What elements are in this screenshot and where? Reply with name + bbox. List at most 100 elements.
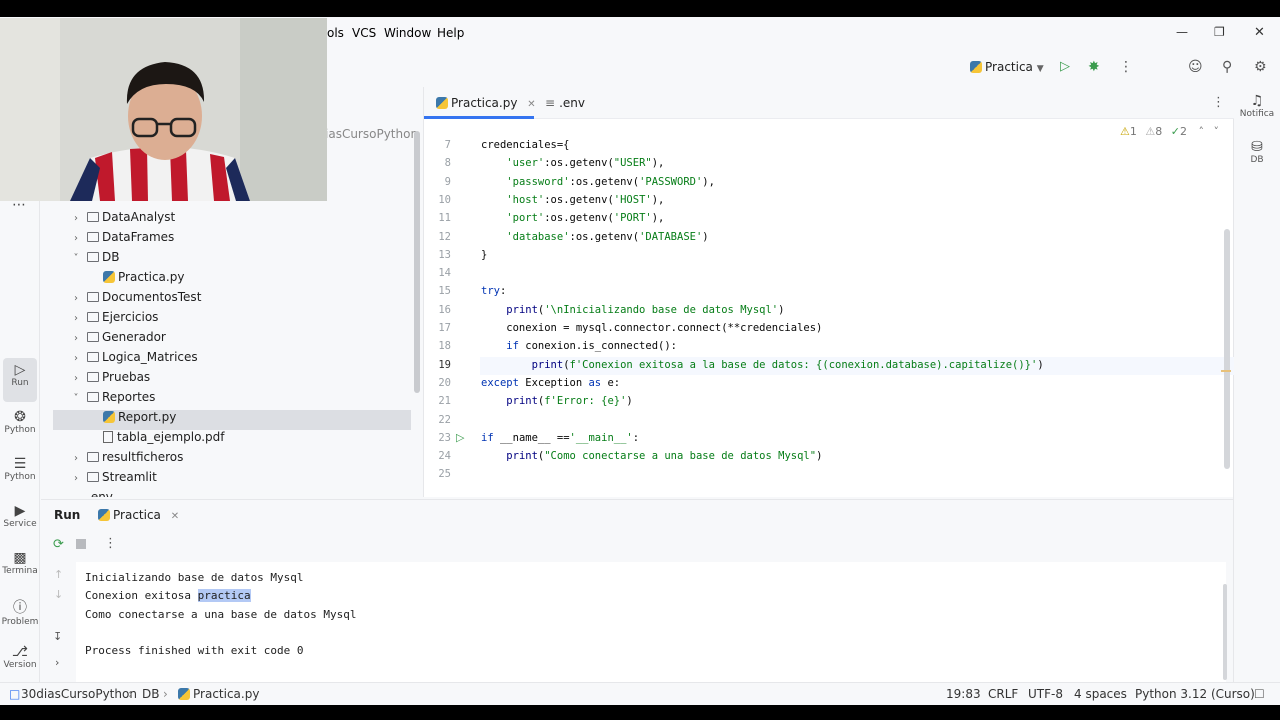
tree-item[interactable]: › Ejercicios [41, 310, 401, 330]
chevron-down-icon[interactable]: ˅ [69, 253, 83, 264]
tree-item[interactable]: ˅ DB [41, 250, 401, 270]
run-icon[interactable]: ▷ [1060, 59, 1070, 74]
python-file-icon [178, 688, 190, 700]
add-user-icon[interactable]: ☺ [1188, 59, 1203, 75]
tree-item-label: Report.py [118, 410, 177, 424]
chevron-right-icon[interactable]: › [69, 333, 83, 344]
tool-python-packages[interactable]: ☰ Python [0, 452, 40, 496]
chevron-right-icon[interactable]: › [55, 656, 59, 669]
line-separator[interactable]: CRLF [988, 687, 1018, 701]
scroll-down-icon[interactable]: ↓ [54, 588, 63, 601]
tool-terminal[interactable]: ▩ Termina [0, 546, 40, 590]
tree-item[interactable]: › Streamlit [41, 470, 401, 490]
tree-item[interactable]: ˅ Reportes [41, 390, 401, 410]
tree-item-label: Generador [102, 330, 166, 344]
breadcrumb-folder[interactable]: DB [142, 687, 159, 701]
weak-warnings-count: 8 [1155, 125, 1163, 138]
chevron-up-icon[interactable]: ˄ [1199, 125, 1205, 138]
chevron-right-icon[interactable]: › [69, 473, 83, 484]
more-icon[interactable]: ⋮ [1119, 59, 1133, 75]
editor-scrollbar[interactable] [1224, 229, 1230, 469]
chevron-right-icon[interactable]: › [69, 233, 83, 244]
tab-run-practica[interactable]: Practica ✕ [98, 508, 179, 522]
tree-item[interactable]: .env [41, 490, 401, 497]
tab-env-label: .env [559, 96, 585, 110]
tree-item[interactable]: › DocumentosTest [41, 290, 401, 310]
run-tool-window: Run Practica ✕ ⟳ ⋮ ↑ ↓ ↧ › Inicializando… [41, 499, 1233, 682]
more-icon[interactable]: ⋮ [104, 536, 117, 551]
tool-version-control[interactable]: ⎇ Version [0, 640, 40, 684]
tree-item[interactable]: › Logica_Matrices [41, 350, 401, 370]
warning-icon: ⚠ [1120, 125, 1130, 138]
close-tab-icon[interactable]: ✕ [527, 99, 535, 110]
tree-item[interactable]: tabla_ejemplo.pdf [41, 430, 401, 450]
chevron-right-icon[interactable]: › [69, 213, 83, 224]
menu-vcs[interactable]: VCS [352, 26, 376, 40]
chevron-down-icon[interactable]: ˅ [1214, 125, 1220, 138]
chevron-right-icon[interactable]: › [69, 313, 83, 324]
code-line: 'user':os.getenv("USER"), [506, 157, 665, 170]
gear-icon[interactable]: ⚙ [1254, 59, 1267, 75]
chevron-right-icon[interactable]: › [69, 353, 83, 364]
code-line: } [481, 248, 488, 261]
tree-item[interactable]: › Pruebas [41, 370, 401, 390]
tree-item[interactable]: Report.py [53, 410, 411, 430]
console-scrollbar[interactable] [1223, 584, 1227, 680]
debug-icon[interactable]: ✸ [1088, 59, 1100, 75]
chevron-down-icon[interactable]: ˅ [69, 393, 83, 404]
tool-notifications-label: Notifica [1239, 109, 1275, 119]
line-number: 22 [438, 413, 451, 426]
breadcrumb-separator-icon: › [128, 687, 133, 701]
close-icon[interactable]: ✕ [1254, 25, 1265, 40]
minimize-icon[interactable]: — [1176, 25, 1188, 39]
tree-item-label: Streamlit [102, 470, 157, 484]
tool-python-console[interactable]: ❂ Python [0, 405, 40, 449]
tool-problems[interactable]: ⓘ Problem [0, 593, 40, 637]
menu-help[interactable]: Help [437, 26, 464, 40]
breadcrumb-project[interactable]: 30diasCursoPython [21, 687, 137, 701]
console-output[interactable]: Inicializando base de datos Mysql Conexi… [76, 562, 1227, 682]
close-tab-icon[interactable]: ✕ [171, 511, 179, 522]
tab-env[interactable]: ≡ .env [545, 96, 585, 110]
tool-terminal-label: Termina [2, 566, 38, 576]
folder-icon [87, 312, 99, 322]
tool-notifications[interactable]: ♫ Notifica [1234, 93, 1280, 119]
tree-item[interactable]: › DataFrames [41, 230, 401, 250]
breadcrumb-file[interactable]: Practica.py [178, 687, 259, 701]
scroll-up-icon[interactable]: ↑ [54, 568, 63, 581]
chevron-right-icon[interactable]: › [69, 453, 83, 464]
tool-problems-label: Problem [1, 617, 39, 627]
scroll-to-end-icon[interactable]: ↧ [53, 630, 62, 643]
folder-icon [87, 392, 99, 402]
run-config-selector[interactable]: Practica ▼ [970, 60, 1044, 74]
python-interpreter[interactable]: Python 3.12 (Curso) [1135, 687, 1255, 701]
search-icon[interactable]: ⚲ [1222, 59, 1232, 75]
folder-icon [87, 472, 99, 482]
tree-item[interactable]: › resultficheros [41, 450, 401, 470]
chevron-right-icon[interactable]: › [69, 293, 83, 304]
tree-item[interactable]: › Generador [41, 330, 401, 350]
inspection-indicators[interactable]: ⚠1 ⚠8 ✓2 ˄ ˅ [1120, 125, 1219, 138]
tool-services[interactable]: ▶ Service [0, 499, 40, 543]
run-gutter-icon[interactable]: ▷ [456, 431, 464, 444]
lock-icon[interactable]: ☐ [1254, 687, 1265, 701]
file-encoding[interactable]: UTF-8 [1028, 687, 1063, 701]
status-bar: □ 30diasCursoPython › DB › Practica.py 1… [0, 682, 1280, 705]
database-icon: ⛁ [1251, 139, 1263, 155]
tree-item-label: Ejercicios [102, 310, 159, 324]
tab-options-icon[interactable]: ⋮ [1212, 95, 1225, 110]
tree-item[interactable]: Practica.py [41, 270, 401, 290]
chevron-right-icon[interactable]: › [69, 373, 83, 384]
rerun-icon[interactable]: ⟳ [53, 537, 64, 552]
caret-position[interactable]: 19:83 [946, 687, 981, 701]
menu-tools[interactable]: ols [327, 26, 344, 40]
stop-icon[interactable] [76, 539, 86, 549]
tree-item[interactable]: › DataAnalyst [41, 210, 401, 230]
indent-setting[interactable]: 4 spaces [1074, 687, 1127, 701]
restore-icon[interactable]: ❐ [1214, 25, 1225, 39]
tool-run[interactable]: ▷ Run [3, 358, 37, 402]
menu-window[interactable]: Window [384, 26, 431, 40]
project-scrollbar[interactable] [414, 131, 420, 393]
tab-practica-py[interactable]: Practica.py ✕ [436, 96, 536, 110]
tool-database[interactable]: ⛁ DB [1234, 139, 1280, 165]
